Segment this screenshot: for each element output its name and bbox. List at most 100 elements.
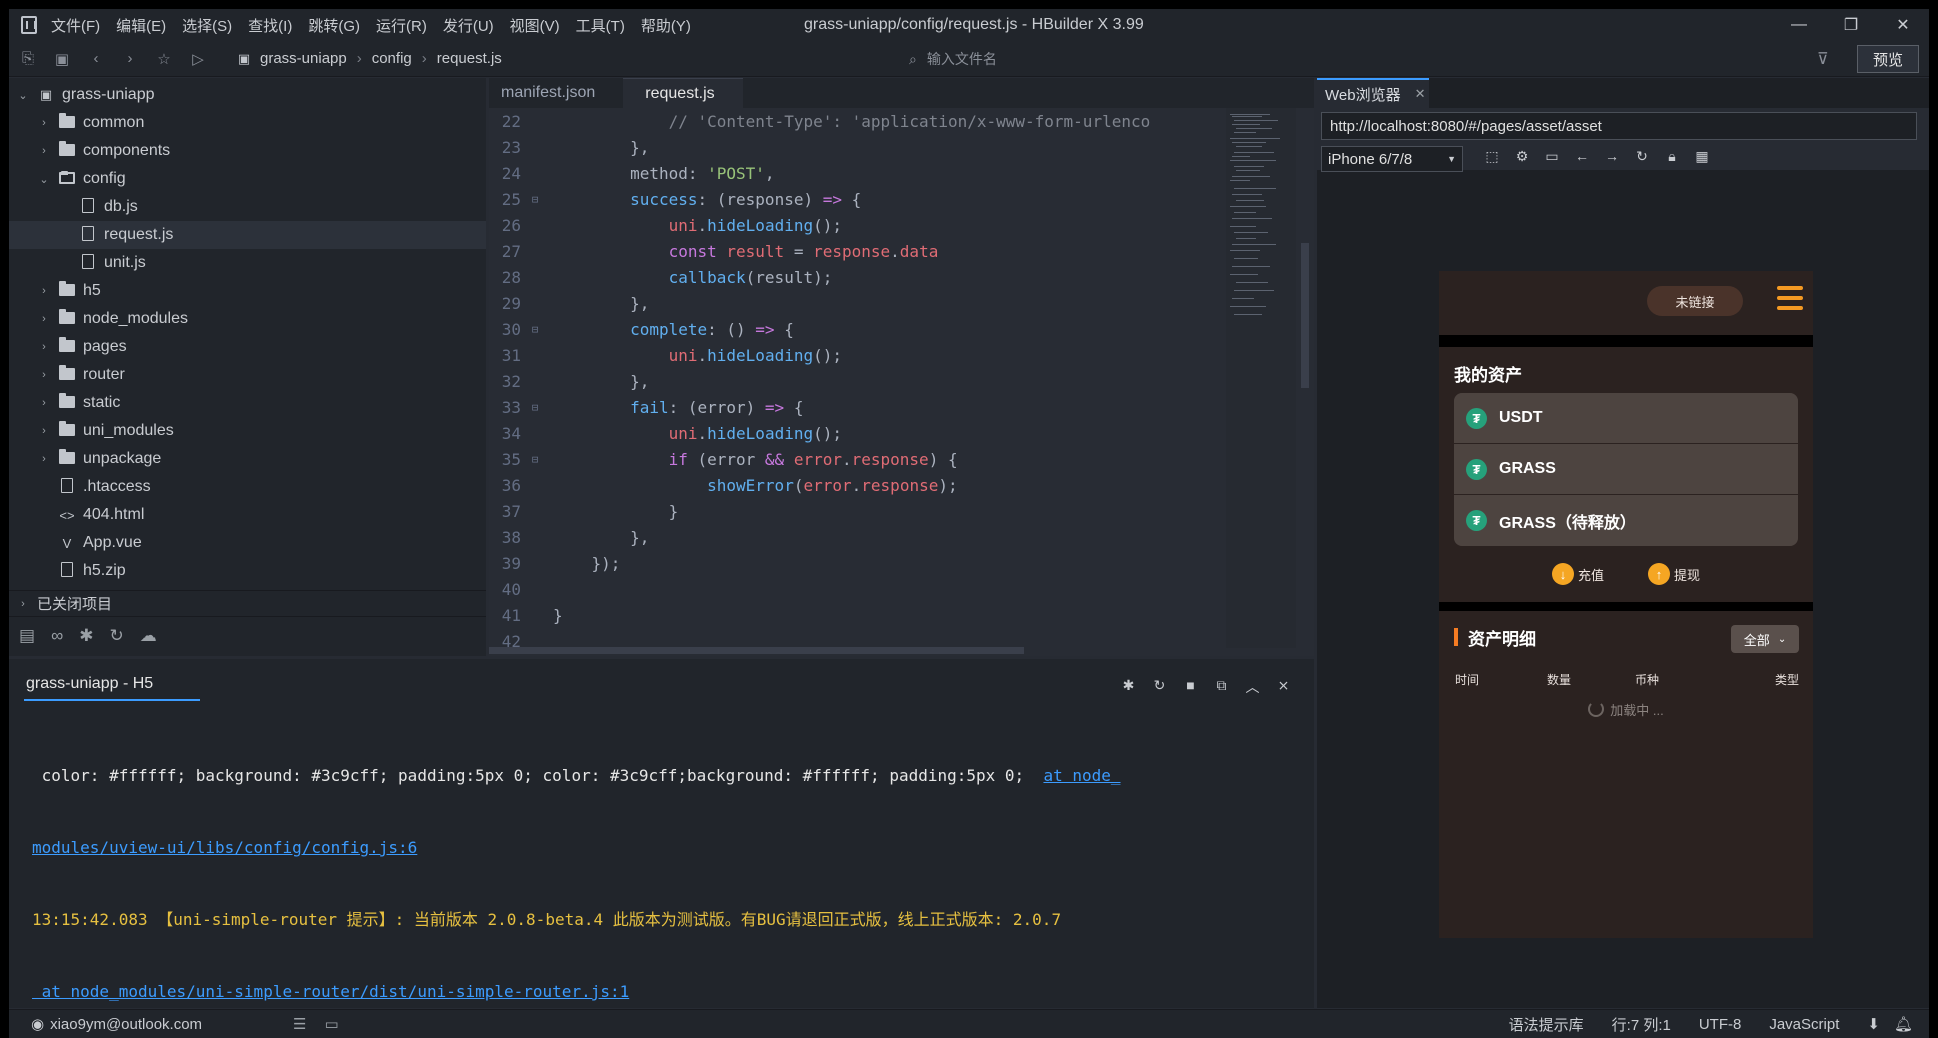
console-icon[interactable]: ▭	[1537, 148, 1567, 165]
tab-web-browser[interactable]: Web浏览器 ✕	[1317, 78, 1429, 108]
filter-icon[interactable]: ⊽	[1817, 49, 1829, 69]
folder-view-icon[interactable]: ▤	[19, 626, 35, 646]
screenshot-icon[interactable]: ⬚	[1477, 148, 1507, 165]
log-link[interactable]: modules/uview-ui/libs/config/config.js:6	[32, 838, 417, 857]
wallet-status-button[interactable]: 未链接	[1647, 286, 1743, 316]
withdraw-button[interactable]: ↑ 提现	[1648, 563, 1700, 585]
save-icon[interactable]: ▣	[47, 50, 77, 68]
syntax-hint[interactable]: 语法提示库	[1509, 1014, 1584, 1035]
deposit-button[interactable]: ↓ 充值	[1551, 563, 1604, 585]
closed-projects[interactable]: › 已关闭项目	[9, 590, 486, 616]
debug-icon[interactable]: ✱	[1113, 677, 1144, 697]
menu-item[interactable]: 选择(S)	[182, 18, 232, 35]
menu-item[interactable]: 工具(T)	[576, 18, 625, 35]
vertical-scrollbar[interactable]	[1301, 243, 1309, 388]
restart-icon[interactable]: ↻	[1144, 677, 1175, 697]
menu-item[interactable]: 跳转(G)	[308, 18, 360, 35]
tree-item[interactable]: <>index.html	[9, 585, 486, 588]
debug-icon[interactable]: ✱	[79, 626, 93, 646]
encoding[interactable]: UTF-8	[1699, 1016, 1742, 1033]
new-file-icon[interactable]: ⎘	[13, 50, 43, 67]
fold-toggle-icon[interactable]: ⊟	[529, 193, 541, 206]
back-icon[interactable]: ‹	[81, 50, 111, 67]
tree-item[interactable]: › components	[9, 137, 486, 165]
tree-item[interactable]: h5.zip	[9, 557, 486, 585]
minimize-icon[interactable]: —	[1773, 9, 1825, 41]
menu-item[interactable]: 文件(F)	[51, 18, 100, 35]
tree-item[interactable]: db.js	[9, 193, 486, 221]
refresh-icon[interactable]: ↻	[1627, 148, 1657, 165]
forward-icon[interactable]: →	[1597, 148, 1627, 165]
star-icon[interactable]: ☆	[149, 50, 179, 68]
tree-item[interactable]: › node_modules	[9, 305, 486, 333]
hamburger-menu-icon[interactable]	[1777, 286, 1803, 316]
horizontal-scrollbar[interactable]	[489, 647, 1024, 654]
qrcode-icon[interactable]: ▦	[1687, 148, 1717, 165]
bell-icon[interactable]: 🔔︎	[1894, 1015, 1913, 1033]
open-external-icon[interactable]: ⧉	[1206, 677, 1237, 697]
tree-item[interactable]: request.js	[9, 221, 486, 249]
tree-item[interactable]: .htaccess	[9, 473, 486, 501]
code-area[interactable]: 22 // 'Content-Type': 'application/x-www…	[489, 108, 1226, 649]
tree-item[interactable]: V App.vue	[9, 529, 486, 557]
asset-item-usdt[interactable]: ₮ USDT	[1454, 393, 1798, 444]
log-link[interactable]: at node_	[1043, 766, 1120, 785]
cursor-position[interactable]: 行:7 列:1	[1612, 1014, 1671, 1035]
list-icon[interactable]: ☰	[293, 1015, 306, 1033]
tree-item[interactable]: › pages	[9, 333, 486, 361]
tree-item[interactable]: ⌄ config	[9, 165, 486, 193]
fold-toggle-icon[interactable]: ⊟	[529, 323, 541, 336]
editor-tab[interactable]: request.js	[623, 78, 743, 108]
fold-toggle-icon[interactable]: ⊟	[529, 401, 541, 414]
detail-filter-select[interactable]: 全部 ⌄	[1731, 625, 1799, 653]
cloud-icon[interactable]: ☁	[140, 626, 157, 646]
breadcrumb-item[interactable]: config	[372, 50, 412, 67]
settings-icon[interactable]: ⚙	[1507, 148, 1537, 165]
menu-item[interactable]: 运行(R)	[376, 18, 427, 35]
run-icon[interactable]: ▷	[183, 50, 213, 68]
tree-item[interactable]: <> 404.html	[9, 501, 486, 529]
menu-item[interactable]: 视图(V)	[510, 18, 560, 35]
file-search-input[interactable]: 输入文件名	[927, 49, 997, 69]
device-select[interactable]: iPhone 6/7/8 ▼	[1321, 146, 1463, 172]
url-input[interactable]: http://localhost:8080/#/pages/asset/asse…	[1321, 112, 1917, 140]
close-icon[interactable]: ✕	[1877, 9, 1929, 41]
tree-item[interactable]: › common	[9, 109, 486, 137]
breadcrumb-item[interactable]: grass-uniapp	[260, 50, 347, 67]
lock-icon[interactable]: 🔒︎	[1657, 148, 1687, 165]
asset-item-grass[interactable]: ₮ GRASS	[1454, 444, 1798, 495]
download-icon[interactable]: ⬇	[1867, 1015, 1880, 1033]
close-icon[interactable]: ✕	[1415, 86, 1426, 102]
tree-item[interactable]: › router	[9, 361, 486, 389]
minimap[interactable]	[1226, 108, 1296, 648]
menu-item[interactable]: 查找(I)	[248, 18, 292, 35]
forward-icon[interactable]: ›	[115, 50, 145, 67]
tree-item[interactable]: › h5	[9, 277, 486, 305]
stop-icon[interactable]: ■	[1175, 677, 1206, 697]
breadcrumb-item[interactable]: request.js	[437, 50, 502, 67]
log-link[interactable]: at node_modules/uni-simple-router/dist/u…	[32, 982, 630, 1001]
tree-item[interactable]: ⌄ ▣ grass-uniapp	[9, 81, 486, 109]
tree-item[interactable]: › uni_modules	[9, 417, 486, 445]
preview-button[interactable]: 预览	[1857, 45, 1919, 73]
tab-console-h5[interactable]: grass-uniapp - H5	[24, 671, 200, 701]
language-mode[interactable]: JavaScript	[1769, 1016, 1839, 1033]
file-search[interactable]: ⌕ 输入文件名	[909, 47, 1829, 71]
menu-item[interactable]: 编辑(E)	[116, 18, 166, 35]
user-account[interactable]: ◉ xiao9ym@outlook.com	[31, 1015, 202, 1034]
git-icon[interactable]: ↻	[109, 626, 123, 646]
restore-icon[interactable]: ❐	[1825, 9, 1877, 41]
menu-item[interactable]: 发行(U)	[443, 18, 494, 35]
tree-item[interactable]: › unpackage	[9, 445, 486, 473]
asset-item-grass-pending[interactable]: ₮ GRASS（待释放）	[1454, 495, 1798, 546]
tree-item[interactable]: › static	[9, 389, 486, 417]
editor-tab[interactable]: manifest.json	[489, 78, 623, 108]
maximize-icon[interactable]: ︿	[1237, 677, 1268, 697]
menu-item[interactable]: 帮助(Y)	[641, 18, 691, 35]
back-icon[interactable]: ←	[1567, 148, 1597, 165]
binoculars-icon[interactable]: ∞	[51, 626, 63, 646]
terminal-icon[interactable]: ▭	[324, 1015, 338, 1033]
clear-icon[interactable]: ⨯	[1268, 677, 1299, 697]
fold-toggle-icon[interactable]: ⊟	[529, 453, 541, 466]
tree-item[interactable]: unit.js	[9, 249, 486, 277]
